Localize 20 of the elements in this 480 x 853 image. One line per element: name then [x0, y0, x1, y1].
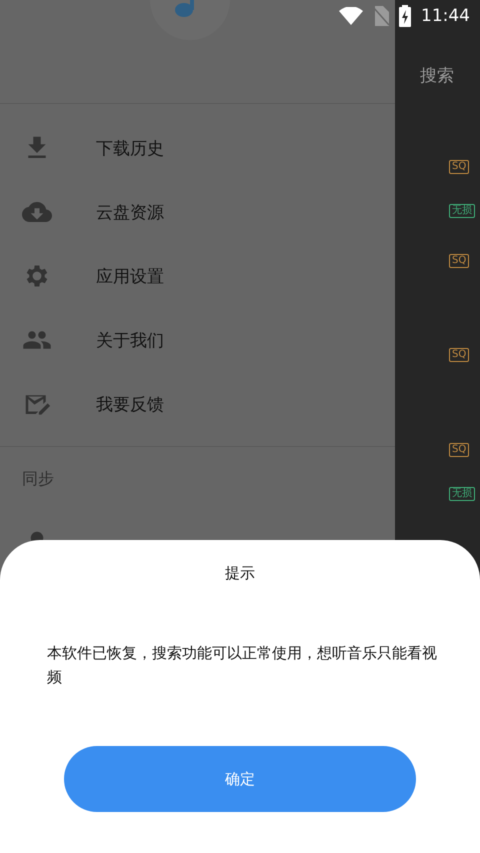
quality-tag: SQ [449, 348, 470, 362]
no-sim-icon [373, 6, 389, 26]
battery-charging-icon [399, 5, 411, 27]
section-header: 同步 [21, 468, 55, 490]
quality-tag: SQ [449, 443, 470, 457]
quality-tag: SQ [449, 254, 470, 268]
quality-tag: SQ [449, 160, 470, 174]
wifi-icon [339, 7, 363, 25]
menu-item[interactable]: 下载历史 [0, 116, 395, 180]
menu-item[interactable]: 关于我们 [0, 308, 395, 372]
dialog-title: 提示 [224, 564, 256, 583]
menu-item[interactable]: 应用设置 [0, 244, 395, 308]
menu-item[interactable]: 我要反馈 [0, 372, 395, 436]
quality-tag: 无损 [449, 487, 475, 501]
search-button[interactable]: 搜索 [420, 64, 454, 87]
dialog-message: 本软件已恢复，搜索功能可以正常使用，想听音乐只能看视频 [47, 643, 438, 688]
menu-item[interactable]: 云盘资源 [0, 180, 395, 244]
quality-tag: 无损 [449, 204, 475, 218]
clock: 11:44 [421, 6, 470, 26]
confirm-button[interactable]: 确定 [64, 746, 416, 812]
